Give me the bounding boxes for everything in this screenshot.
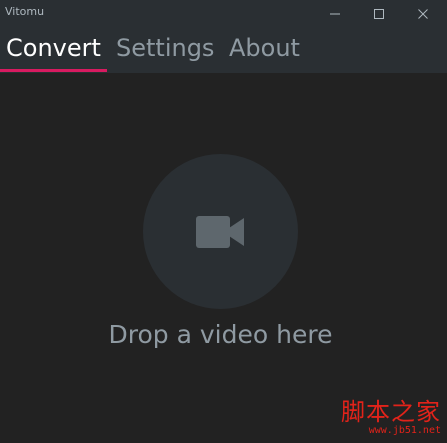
minimize-icon [330, 13, 340, 14]
title-bar: Vitomu [0, 0, 447, 27]
tab-convert[interactable]: Convert [6, 33, 101, 63]
video-camera-icon [195, 215, 244, 248]
app-title: Vitomu [5, 5, 45, 18]
maximize-icon [374, 8, 384, 19]
drop-zone[interactable]: Drop a video here [0, 73, 447, 443]
active-tab-indicator [0, 69, 107, 72]
minimize-button[interactable] [313, 0, 357, 27]
drop-circle[interactable] [143, 154, 298, 309]
watermark-url: www.jb51.net [368, 425, 441, 436]
maximize-button[interactable] [357, 0, 401, 27]
watermark-chinese: 脚本之家 [341, 398, 441, 426]
tab-about[interactable]: About [229, 33, 300, 63]
close-button[interactable] [401, 0, 445, 27]
close-icon [418, 8, 428, 19]
tab-bar: Convert Settings About [0, 27, 447, 73]
tab-settings[interactable]: Settings [116, 33, 214, 63]
watermark: 脚本之家 www.jb51.net [316, 399, 441, 439]
drop-instruction: Drop a video here [108, 320, 333, 349]
